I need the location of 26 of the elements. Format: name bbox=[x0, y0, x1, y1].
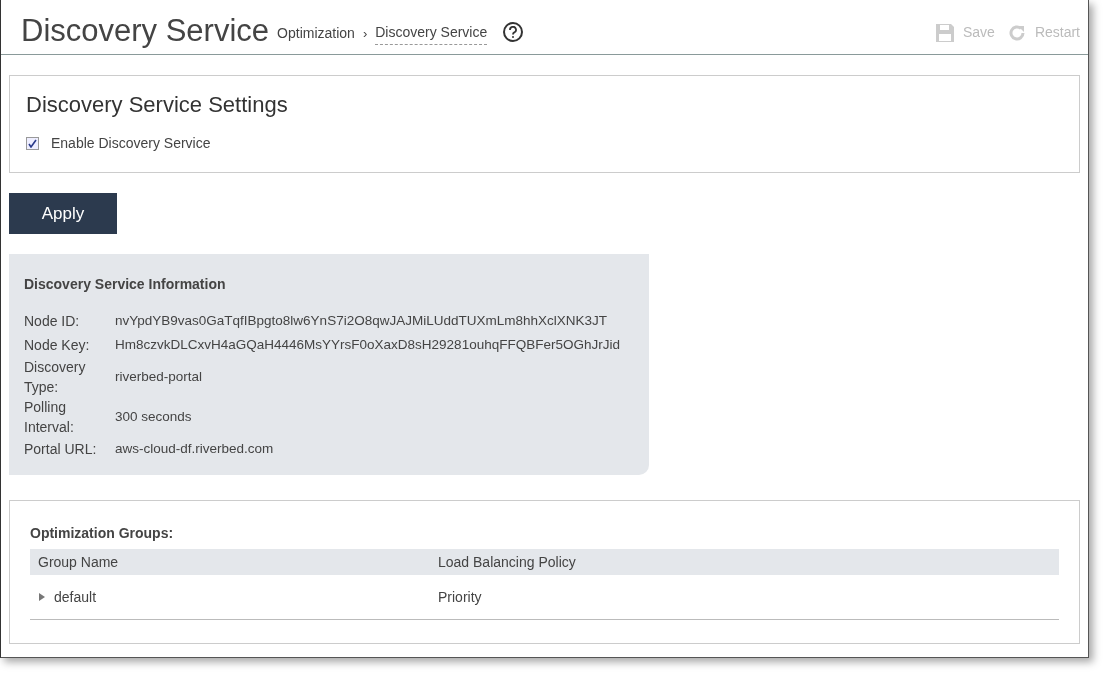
section-title: Discovery Service Settings bbox=[26, 91, 289, 119]
field-label: Discovery Type: bbox=[24, 358, 87, 397]
breadcrumb-link[interactable]: Optimization bbox=[277, 23, 355, 44]
table-cell-text: Priority bbox=[438, 587, 483, 607]
checkbox-option[interactable]: Enable Discovery Service bbox=[26, 133, 1063, 154]
field-label: Portal URL: bbox=[24, 440, 98, 459]
field-value: 300 seconds bbox=[115, 408, 192, 426]
page-title: Discovery Service bbox=[21, 15, 270, 46]
column-header: Group Name bbox=[38, 552, 120, 572]
help-icon[interactable] bbox=[503, 22, 524, 42]
field-label: Node Key: bbox=[24, 336, 91, 355]
breadcrumb-link[interactable]: Discovery Service bbox=[375, 22, 488, 45]
section-title: Discovery Service Information bbox=[24, 275, 227, 294]
field-label: Polling Interval: bbox=[24, 398, 75, 437]
expand-toggle[interactable] bbox=[38, 593, 46, 601]
section-title: Optimization Groups: bbox=[30, 524, 175, 543]
column-header: Load Balancing Policy bbox=[438, 552, 577, 572]
checkbox[interactable] bbox=[26, 137, 39, 150]
field-value: nvYpdYB9vas0GaTqfIBpgto8lw6YnS7i2O8qwJAJMiLUddTUXmLm8hhXclXNK3JT bbox=[115, 312, 607, 330]
field-value: riverbed-portal bbox=[115, 368, 203, 386]
breadcrumb-separator: › bbox=[362, 24, 368, 43]
table-cell-text: default bbox=[54, 587, 97, 607]
apply-button[interactable]: Apply bbox=[9, 193, 117, 234]
field-value: aws-cloud-df.riverbed.com bbox=[115, 440, 274, 458]
field-label: Node ID: bbox=[24, 312, 81, 331]
field-value: Hm8czvkDLCxvH4aGQaH4446MsYYrsF0oXaxD8sH29281ouhqFFQBFer5OGhJrJid bbox=[115, 336, 620, 354]
